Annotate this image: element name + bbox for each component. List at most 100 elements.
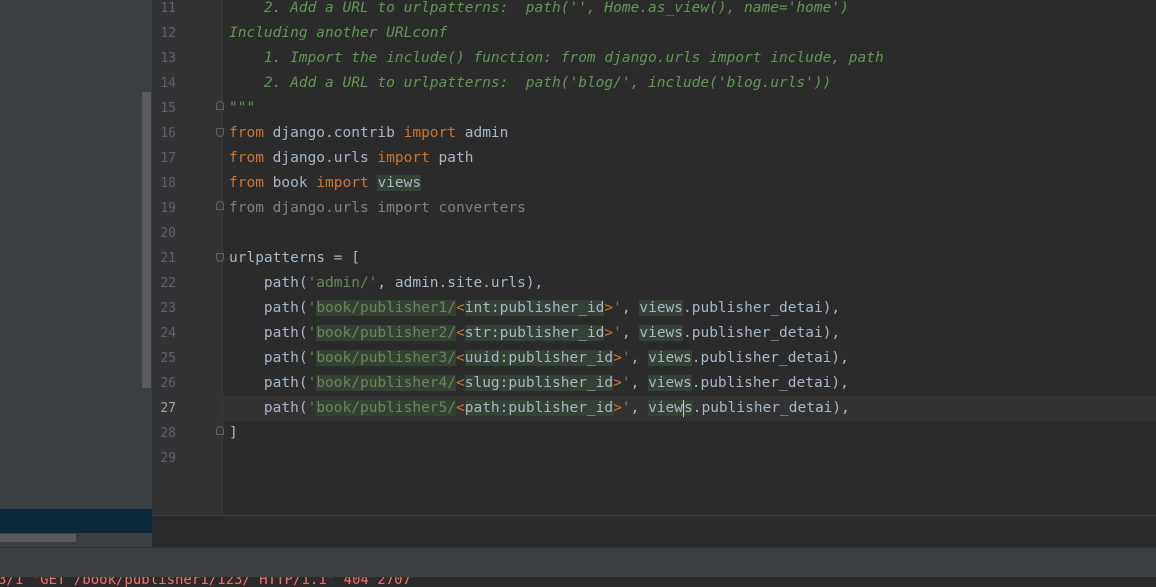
code-token: ,: [630, 375, 649, 391]
code-token: ': [307, 400, 317, 416]
code-line[interactable]: Including another URLconf: [229, 21, 447, 46]
code-line[interactable]: from django.contrib import admin: [229, 121, 508, 146]
code-token: import: [377, 150, 430, 166]
line-number: 16: [160, 126, 176, 141]
line-number: 12: [160, 26, 176, 41]
fold-end-icon[interactable]: [216, 201, 224, 210]
code-token: .publisher_detai),: [691, 350, 849, 366]
code-token: django.urls: [263, 150, 378, 166]
code-token: ': [307, 300, 317, 316]
code-token: 'admin/': [307, 275, 378, 291]
code-token: import: [316, 175, 369, 191]
code-token: , admin.site.urls),: [377, 275, 544, 291]
project-panel-selected-row[interactable]: [0, 509, 152, 533]
code-line[interactable]: from django.urls import converters: [229, 196, 526, 221]
code-token: 2. Add a URL to urlpatterns: path('', Ho…: [229, 0, 849, 16]
code-token: 1. Import the include() function: from d…: [229, 50, 884, 66]
run-console-output[interactable]: 3/1 "GET /book/publisher1/123/ HTTP/1.1"…: [0, 577, 1156, 587]
line-number: 15: [160, 101, 176, 116]
code-token: ': [307, 375, 317, 391]
code-line[interactable]: path('book/publisher4/<slug:publisher_id…: [229, 371, 849, 396]
code-line[interactable]: path('book/publisher5/<path:publisher_id…: [229, 396, 850, 421]
code-token: 2. Add a URL to urlpatterns: path('blog/…: [229, 75, 832, 91]
line-number: 28: [160, 426, 176, 441]
line-number: 11: [160, 1, 176, 16]
line-number: 23: [160, 301, 176, 316]
code-token: django.contrib: [263, 125, 404, 141]
code-token: book/publisher3/: [316, 350, 456, 366]
code-token: book/publisher5/: [316, 400, 456, 416]
editor-bottom-area: [152, 515, 1156, 548]
line-number: 24: [160, 326, 176, 341]
code-token: ,: [630, 400, 649, 416]
code-token: .publisher_detai),: [683, 300, 841, 316]
code-token: path(: [229, 400, 308, 416]
code-token: <: [456, 350, 465, 366]
code-token: admin: [456, 125, 509, 141]
code-token: from: [229, 125, 264, 141]
code-token: book/publisher1/: [316, 300, 456, 316]
code-token: path(: [229, 300, 308, 316]
code-token: ': [613, 325, 622, 341]
project-panel-scrollbar[interactable]: [142, 92, 151, 388]
code-token: slug:publisher_id: [464, 375, 614, 391]
code-token: ': [307, 350, 317, 366]
code-line[interactable]: path('book/publisher1/<int:publisher_id>…: [229, 296, 840, 321]
code-line[interactable]: path('book/publisher2/<str:publisher_id>…: [229, 321, 840, 346]
code-token: ,: [630, 350, 649, 366]
code-line[interactable]: from django.urls import path: [229, 146, 473, 171]
code-token: ,: [621, 325, 640, 341]
code-token: from: [229, 150, 264, 166]
code-token: views: [639, 300, 684, 316]
code-token: view: [648, 400, 683, 416]
code-line[interactable]: urlpatterns = [: [229, 246, 360, 271]
fold-end-icon[interactable]: [216, 101, 224, 110]
code-line[interactable]: from book import views: [229, 171, 422, 196]
line-number: 26: [160, 376, 176, 391]
code-token: from django.urls import converters: [229, 200, 526, 216]
code-token: views: [648, 350, 692, 366]
project-tool-panel[interactable]: [0, 0, 152, 547]
code-token: ]: [229, 425, 238, 441]
line-number: 22: [160, 276, 176, 291]
fold-start-icon[interactable]: [216, 253, 224, 262]
code-token: ': [621, 350, 631, 366]
line-number: 25: [160, 351, 176, 366]
code-token: <: [456, 300, 465, 316]
code-token: >: [613, 350, 622, 366]
code-line[interactable]: ]: [229, 421, 238, 446]
code-token: ': [307, 325, 317, 341]
run-console-toolbar[interactable]: [0, 547, 1156, 578]
code-token: .publisher_detai),: [691, 375, 849, 391]
code-line[interactable]: path('book/publisher3/<uuid:publisher_id…: [229, 346, 849, 371]
code-token: book: [263, 175, 317, 191]
code-token: path(: [229, 350, 308, 366]
code-line[interactable]: path('admin/', admin.site.urls),: [229, 271, 543, 296]
code-token: book/publisher4/: [316, 375, 456, 391]
code-line[interactable]: 2. Add a URL to urlpatterns: path('', Ho…: [229, 0, 849, 21]
project-panel-horizontal-scrollbar[interactable]: [0, 534, 76, 542]
code-token: path(: [229, 325, 308, 341]
code-line[interactable]: """: [229, 96, 255, 121]
code-token: <: [456, 375, 465, 391]
code-token: str:publisher_id: [464, 325, 605, 341]
code-token: path:publisher_id: [464, 400, 614, 416]
fold-end-icon[interactable]: [216, 426, 224, 435]
code-token: s: [684, 400, 693, 416]
line-number: 18: [160, 176, 176, 191]
code-token: views: [639, 325, 684, 341]
code-line[interactable]: 2. Add a URL to urlpatterns: path('blog/…: [229, 71, 831, 96]
code-line[interactable]: 1. Import the include() function: from d…: [229, 46, 884, 71]
fold-start-icon[interactable]: [216, 128, 224, 137]
code-token: <: [456, 325, 465, 341]
line-number: 27: [160, 401, 176, 416]
code-token: >: [604, 325, 614, 341]
code-token: .publisher_detai),: [692, 400, 850, 416]
code-token: ,: [621, 300, 640, 316]
code-token: ': [621, 400, 631, 416]
code-token: path: [429, 150, 474, 166]
code-token: ': [621, 375, 631, 391]
line-number: 29: [160, 451, 176, 466]
code-token: from: [229, 175, 264, 191]
code-token: book/publisher2/: [316, 325, 456, 341]
